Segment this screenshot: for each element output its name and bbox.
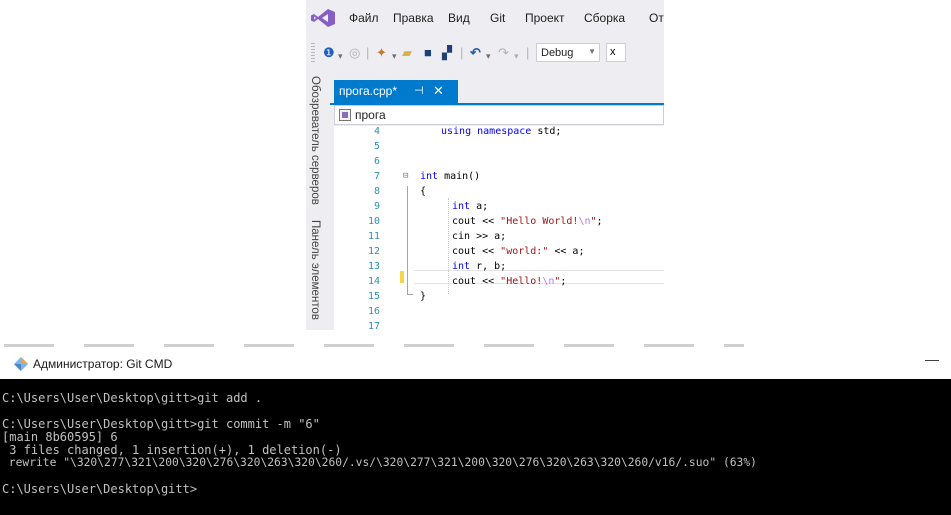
solution-configuration-select[interactable]: Debug ▼ <box>536 43 600 62</box>
menu-file[interactable]: Файл <box>349 11 379 25</box>
line-number: 12 <box>367 246 380 257</box>
line-number: 11 <box>367 231 380 242</box>
line-number: 14 <box>367 276 380 287</box>
background-window-edge <box>4 344 744 347</box>
git-diamond-icon <box>14 357 28 371</box>
separator-icon: | <box>366 45 370 60</box>
code-editor[interactable]: 4 5 6 7 8 9 10 11 12 13 14 15 16 17 ⊟ us… <box>334 126 664 330</box>
fold-guide-end <box>407 294 413 295</box>
tab-label: прога.cpp* <box>339 84 397 98</box>
back-dropdown-icon[interactable]: ▾ <box>338 48 343 64</box>
line-number: 13 <box>367 261 380 272</box>
new-project-icon[interactable]: ✦ <box>376 45 387 61</box>
separator-icon: | <box>526 45 530 60</box>
terminal-line: [main 8b60595] 6 <box>2 430 118 444</box>
line-number: 5 <box>373 141 380 152</box>
line-number: 4 <box>373 126 380 137</box>
indent-guide <box>448 198 449 294</box>
side-tool-strip: Обозреватель серверов Панель элементов <box>306 72 328 330</box>
toolbar-grip[interactable] <box>311 43 315 63</box>
window-title: Администратор: Git CMD <box>33 357 173 371</box>
scope-label: прога <box>355 108 386 122</box>
git-cmd-title-bar[interactable]: Администратор: Git CMD — <box>0 349 951 379</box>
undo-dropdown-icon[interactable]: ▾ <box>486 48 491 64</box>
menu-git[interactable]: Git <box>490 11 505 25</box>
project-icon <box>339 109 351 121</box>
save-all-icon[interactable]: ▞ <box>442 45 452 61</box>
line-number: 16 <box>367 306 380 317</box>
line-number: 9 <box>373 201 380 212</box>
visual-studio-window: Файл Правка Вид Git Проект Сборка От ❶ ▾… <box>306 0 664 330</box>
terminal-prompt[interactable]: C:\Users\User\Desktop\gitt> <box>2 482 197 496</box>
chevron-down-icon: ▼ <box>588 47 596 56</box>
code-line: cin >> a; <box>452 231 507 242</box>
code-line: } <box>420 291 427 302</box>
configuration-value: Debug <box>541 47 574 59</box>
pin-icon[interactable]: ⊣ <box>414 84 424 97</box>
line-number: 17 <box>367 321 380 330</box>
code-line: int r, b; <box>452 261 507 272</box>
tab-prога-cpp[interactable]: прога.cpp* ⊣ ✕ <box>334 80 458 103</box>
navigate-back-icon[interactable]: ❶ <box>323 45 335 61</box>
terminal-line: C:\Users\User\Desktop\gitt>git add . <box>2 391 263 405</box>
menu-edit[interactable]: Правка <box>393 11 434 25</box>
menu-project[interactable]: Проект <box>525 11 565 25</box>
terminal-line: 3 files changed, 1 insertion(+), 1 delet… <box>2 443 342 457</box>
terminal-line: rewrite "\320\277\321\200\320\276\320\26… <box>2 456 757 469</box>
menu-bar: Файл Правка Вид Git Проект Сборка От <box>306 0 664 36</box>
line-number: 7 <box>373 171 380 182</box>
unsaved-change-marker <box>400 271 404 283</box>
open-file-icon[interactable]: ▰ <box>402 45 412 61</box>
fold-guide <box>407 186 408 294</box>
terminal-line: C:\Users\User\Desktop\gitt>git commit -m… <box>2 417 320 431</box>
code-line: { <box>420 186 427 197</box>
redo-dropdown-icon[interactable]: ▾ <box>514 48 519 64</box>
toolbar: ❶ ▾ ◎ | ✦ ▾ ▰ ■ ▞ | ↶ ▾ ↷ ▾ | Debug ▼ x <box>306 37 664 69</box>
collapse-icon[interactable]: ⊟ <box>403 171 408 181</box>
code-line: int main() <box>420 171 481 182</box>
close-icon[interactable]: ✕ <box>433 83 444 99</box>
menu-debug-partial[interactable]: От <box>649 11 664 25</box>
redo-icon[interactable]: ↷ <box>498 45 509 61</box>
terminal-output[interactable]: C:\Users\User\Desktop\gitt>git add . C:\… <box>0 379 951 515</box>
code-line: cout << "world:" << a; <box>452 246 585 257</box>
document-tab-bar: прога.cpp* ⊣ ✕ <box>330 80 664 105</box>
undo-icon[interactable]: ↶ <box>470 45 481 61</box>
new-dropdown-icon[interactable]: ▾ <box>392 48 397 64</box>
server-explorer-tab[interactable]: Обозреватель серверов <box>309 76 321 205</box>
line-number: 8 <box>373 186 380 197</box>
line-number: 10 <box>367 216 380 227</box>
save-icon[interactable]: ■ <box>424 45 432 61</box>
navigate-forward-icon[interactable]: ◎ <box>349 45 360 61</box>
visual-studio-logo-icon <box>311 9 335 27</box>
line-number: 6 <box>373 156 380 167</box>
minimize-button[interactable]: — <box>925 351 939 367</box>
line-number: 15 <box>367 291 380 302</box>
separator-icon: | <box>460 45 464 60</box>
toolbox-tab[interactable]: Панель элементов <box>309 220 321 320</box>
code-line: int a; <box>452 201 489 212</box>
code-line: using namespace std; <box>441 126 562 137</box>
menu-view[interactable]: Вид <box>448 11 470 25</box>
navigation-bar[interactable]: прога <box>334 105 664 125</box>
code-line: cout << "Hello!\n"; <box>452 276 567 287</box>
code-line: cout << "Hello World!\n"; <box>452 216 603 227</box>
solution-platform-select[interactable]: x <box>606 43 626 62</box>
menu-build[interactable]: Сборка <box>584 11 625 25</box>
